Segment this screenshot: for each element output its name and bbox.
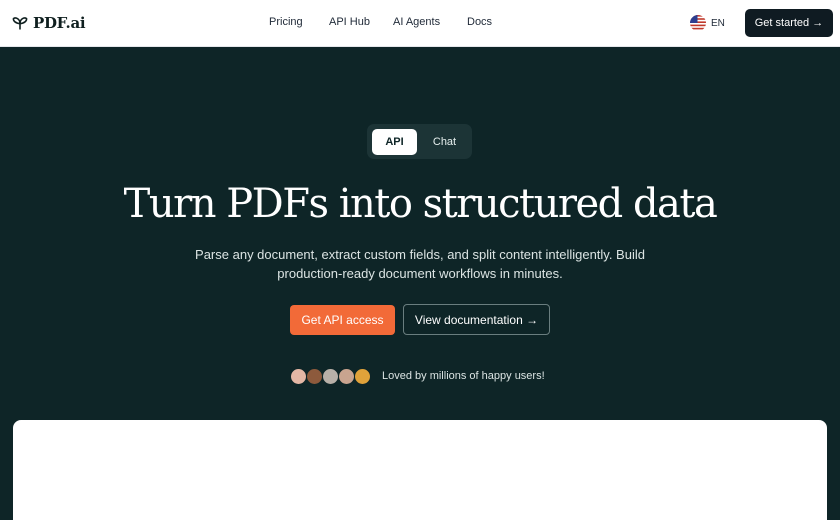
top-navbar: PDF.ai Pricing API Hub AI Agents Docs EN…: [0, 0, 840, 47]
hero-subtitle: Parse any document, extract custom field…: [195, 245, 645, 283]
brand-logo[interactable]: PDF.ai: [12, 13, 86, 33]
hero-title: Turn PDFs into structured data: [123, 181, 718, 227]
nav-ai-agents[interactable]: AI Agents: [393, 16, 440, 30]
us-flag-icon: [690, 15, 706, 31]
avatar: [338, 368, 355, 385]
nav-docs[interactable]: Docs: [467, 16, 492, 30]
view-documentation-button[interactable]: View documentation →: [403, 304, 550, 335]
toggle-api[interactable]: API: [372, 129, 417, 155]
product-preview-panel: [13, 420, 827, 520]
mode-toggle: API Chat: [367, 124, 472, 159]
toggle-chat[interactable]: Chat: [422, 129, 467, 155]
nav-api-hub[interactable]: API Hub: [329, 16, 370, 30]
language-selector[interactable]: EN: [690, 15, 725, 31]
get-api-access-button[interactable]: Get API access: [290, 305, 395, 335]
hero-subtitle-line-1: Parse any document, extract custom field…: [195, 247, 645, 262]
avatar: [306, 368, 323, 385]
logo-icon: [12, 17, 28, 30]
user-avatars: [290, 368, 372, 386]
avatar: [290, 368, 307, 385]
brand-name: PDF.ai: [33, 14, 86, 32]
get-started-button[interactable]: Get started →: [745, 9, 833, 37]
hero-subtitle-line-2: production-ready document workflows in m…: [277, 266, 563, 281]
avatar: [354, 368, 371, 385]
avatar: [322, 368, 339, 385]
social-proof-text: Loved by millions of happy users!: [382, 370, 545, 382]
language-code: EN: [711, 17, 725, 29]
nav-pricing[interactable]: Pricing: [269, 16, 303, 30]
